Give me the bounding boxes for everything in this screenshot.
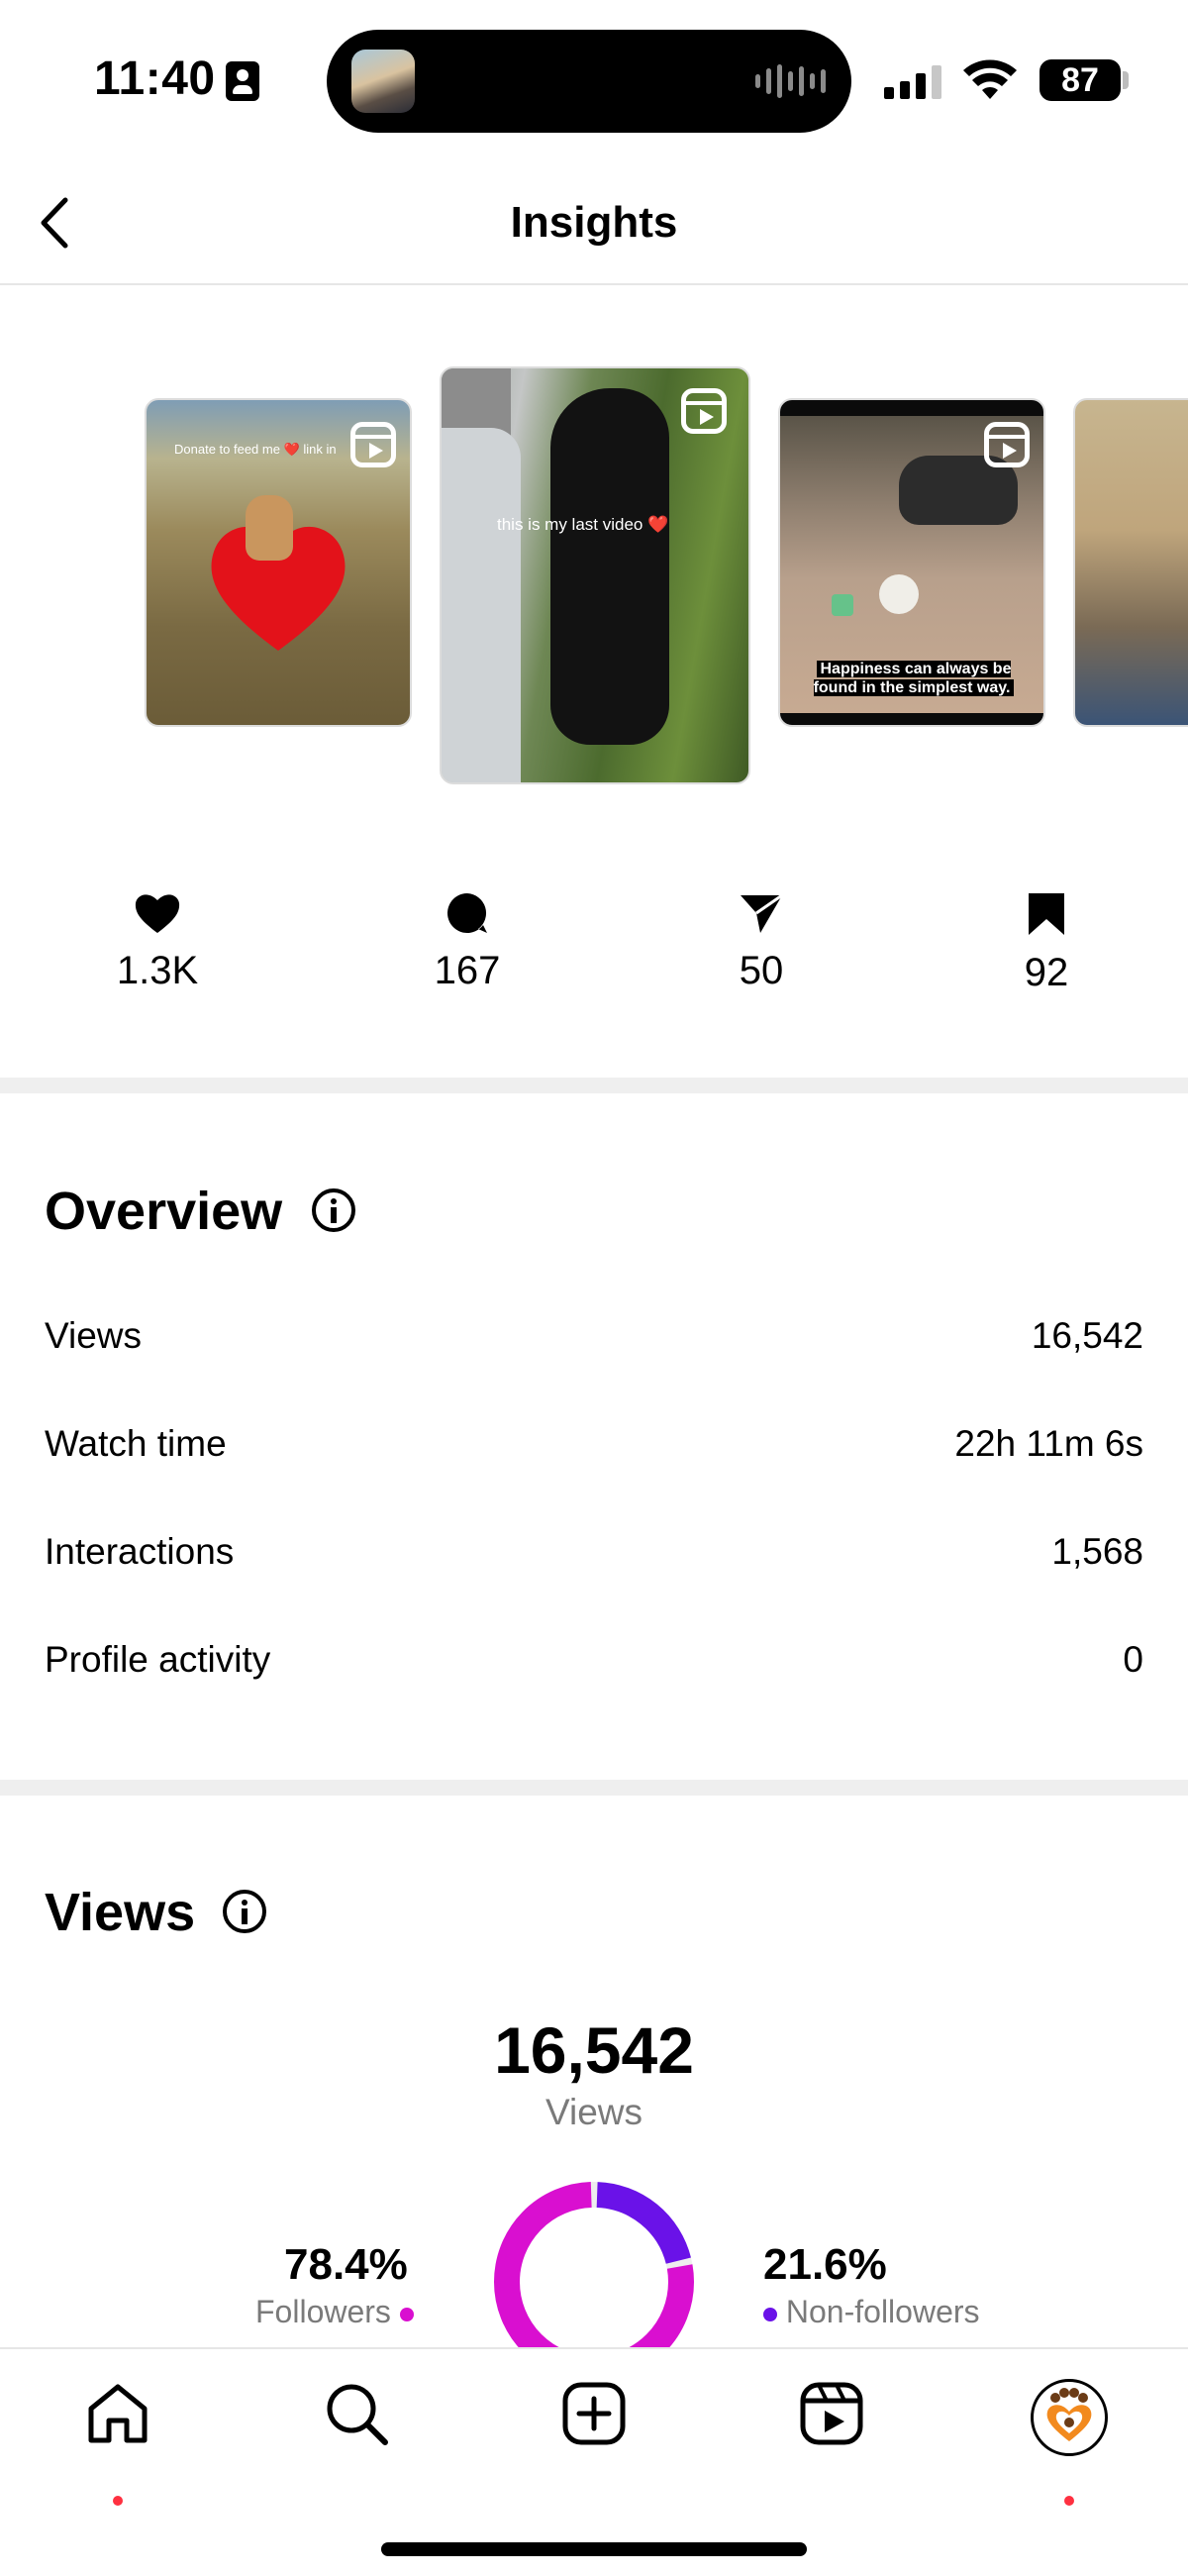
heart-icon bbox=[135, 894, 180, 933]
row-value: 16,542 bbox=[1031, 1315, 1143, 1356]
nav-home[interactable] bbox=[68, 2379, 167, 2506]
saves-count: 92 bbox=[1024, 951, 1069, 994]
now-playing-artwork bbox=[351, 50, 415, 113]
toy-image bbox=[832, 594, 853, 616]
reel-thumbnail-selected[interactable]: this is my last video ❤️ bbox=[440, 366, 750, 784]
likes-metric: 1.3K bbox=[78, 891, 237, 993]
dog-image bbox=[246, 495, 293, 561]
nav-create[interactable] bbox=[544, 2379, 644, 2498]
reel-thumbnail[interactable] bbox=[1073, 398, 1188, 727]
paw-heart-logo-icon bbox=[1036, 2384, 1103, 2451]
followers-legend: Followers bbox=[255, 2294, 414, 2330]
non-followers-dot bbox=[763, 2307, 777, 2321]
person-image bbox=[442, 428, 521, 782]
notification-dot bbox=[1064, 2496, 1074, 2506]
header: Insights bbox=[0, 168, 1188, 285]
info-icon[interactable] bbox=[312, 1188, 355, 1232]
info-icon[interactable] bbox=[223, 1890, 266, 1933]
comments-count: 167 bbox=[434, 949, 501, 992]
create-icon bbox=[562, 2382, 626, 2445]
reel-icon bbox=[350, 422, 396, 467]
followers-label: Followers bbox=[255, 2294, 391, 2329]
profile-avatar bbox=[1031, 2379, 1108, 2456]
section-divider bbox=[0, 1780, 1188, 1796]
reels-icon bbox=[800, 2382, 863, 2445]
battery-tip bbox=[1123, 71, 1129, 89]
non-followers-legend: Non-followers bbox=[763, 2294, 980, 2330]
views-total-label: Views bbox=[544, 2092, 644, 2132]
home-icon bbox=[88, 2384, 148, 2443]
battery-level: 87 bbox=[1040, 59, 1121, 101]
row-label: Interactions bbox=[45, 1531, 235, 1572]
page-title: Insights bbox=[510, 198, 678, 247]
search-icon bbox=[327, 2384, 388, 2445]
nav-search[interactable] bbox=[307, 2379, 406, 2498]
row-value: 0 bbox=[1123, 1639, 1143, 1680]
engagement-metrics: 1.3K 167 50 92 bbox=[0, 891, 1188, 1010]
comment-icon bbox=[447, 893, 487, 933]
dynamic-island[interactable] bbox=[327, 30, 851, 133]
audio-waveform-icon bbox=[755, 63, 826, 99]
status-bar: 11:40 87 bbox=[0, 0, 1188, 158]
thumbnail-caption: this is my last video ❤️ bbox=[497, 515, 669, 534]
followers-percentage: 78.4% bbox=[284, 2240, 408, 2289]
row-value: 1,568 bbox=[1051, 1531, 1143, 1572]
saves-metric: 92 bbox=[967, 891, 1126, 995]
home-indicator bbox=[381, 2542, 807, 2556]
followers-dot bbox=[399, 2307, 414, 2321]
reel-thumbnail[interactable]: Happiness can always be found in the sim… bbox=[778, 398, 1045, 727]
likes-count: 1.3K bbox=[116, 949, 199, 992]
reels-carousel[interactable]: Donate to feed me ❤️ link in this is my … bbox=[0, 366, 1188, 792]
thumbnail-caption: Donate to feed me ❤️ link in bbox=[174, 442, 337, 457]
non-followers-label: Non-followers bbox=[785, 2294, 980, 2329]
cellular-signal-icon bbox=[884, 63, 941, 99]
thumbnail-caption: Happiness can always be found in the sim… bbox=[810, 660, 1018, 697]
thumbnail-caption-text: Happiness can always be found in the sim… bbox=[813, 661, 1015, 696]
status-time: 11:40 bbox=[94, 52, 216, 105]
share-icon bbox=[741, 893, 783, 933]
reel-thumbnail[interactable]: Donate to feed me ❤️ link in bbox=[145, 398, 412, 727]
section-divider bbox=[0, 1078, 1188, 1093]
row-label: Views bbox=[45, 1315, 143, 1356]
views-title: Views bbox=[45, 1883, 196, 1942]
shares-metric: 50 bbox=[682, 891, 841, 993]
nav-reels[interactable] bbox=[782, 2379, 881, 2498]
overview-title: Overview bbox=[45, 1182, 283, 1241]
notification-dot bbox=[113, 2496, 123, 2506]
black-dog-image bbox=[550, 388, 669, 745]
non-followers-percentage: 21.6% bbox=[763, 2240, 887, 2289]
shares-count: 50 bbox=[739, 949, 784, 992]
wifi-icon bbox=[963, 59, 1017, 99]
reel-icon bbox=[681, 388, 727, 434]
comments-metric: 167 bbox=[388, 891, 546, 993]
row-label: Watch time bbox=[45, 1423, 227, 1464]
row-value: 22h 11m 6s bbox=[954, 1423, 1143, 1464]
row-label: Profile activity bbox=[45, 1639, 271, 1680]
reel-icon bbox=[984, 422, 1030, 467]
nav-profile[interactable] bbox=[1020, 2379, 1119, 2506]
contact-card-icon bbox=[226, 61, 259, 101]
cat-image bbox=[879, 574, 919, 614]
views-total: 16,542 bbox=[494, 2013, 694, 2087]
bookmark-icon bbox=[1029, 893, 1064, 935]
